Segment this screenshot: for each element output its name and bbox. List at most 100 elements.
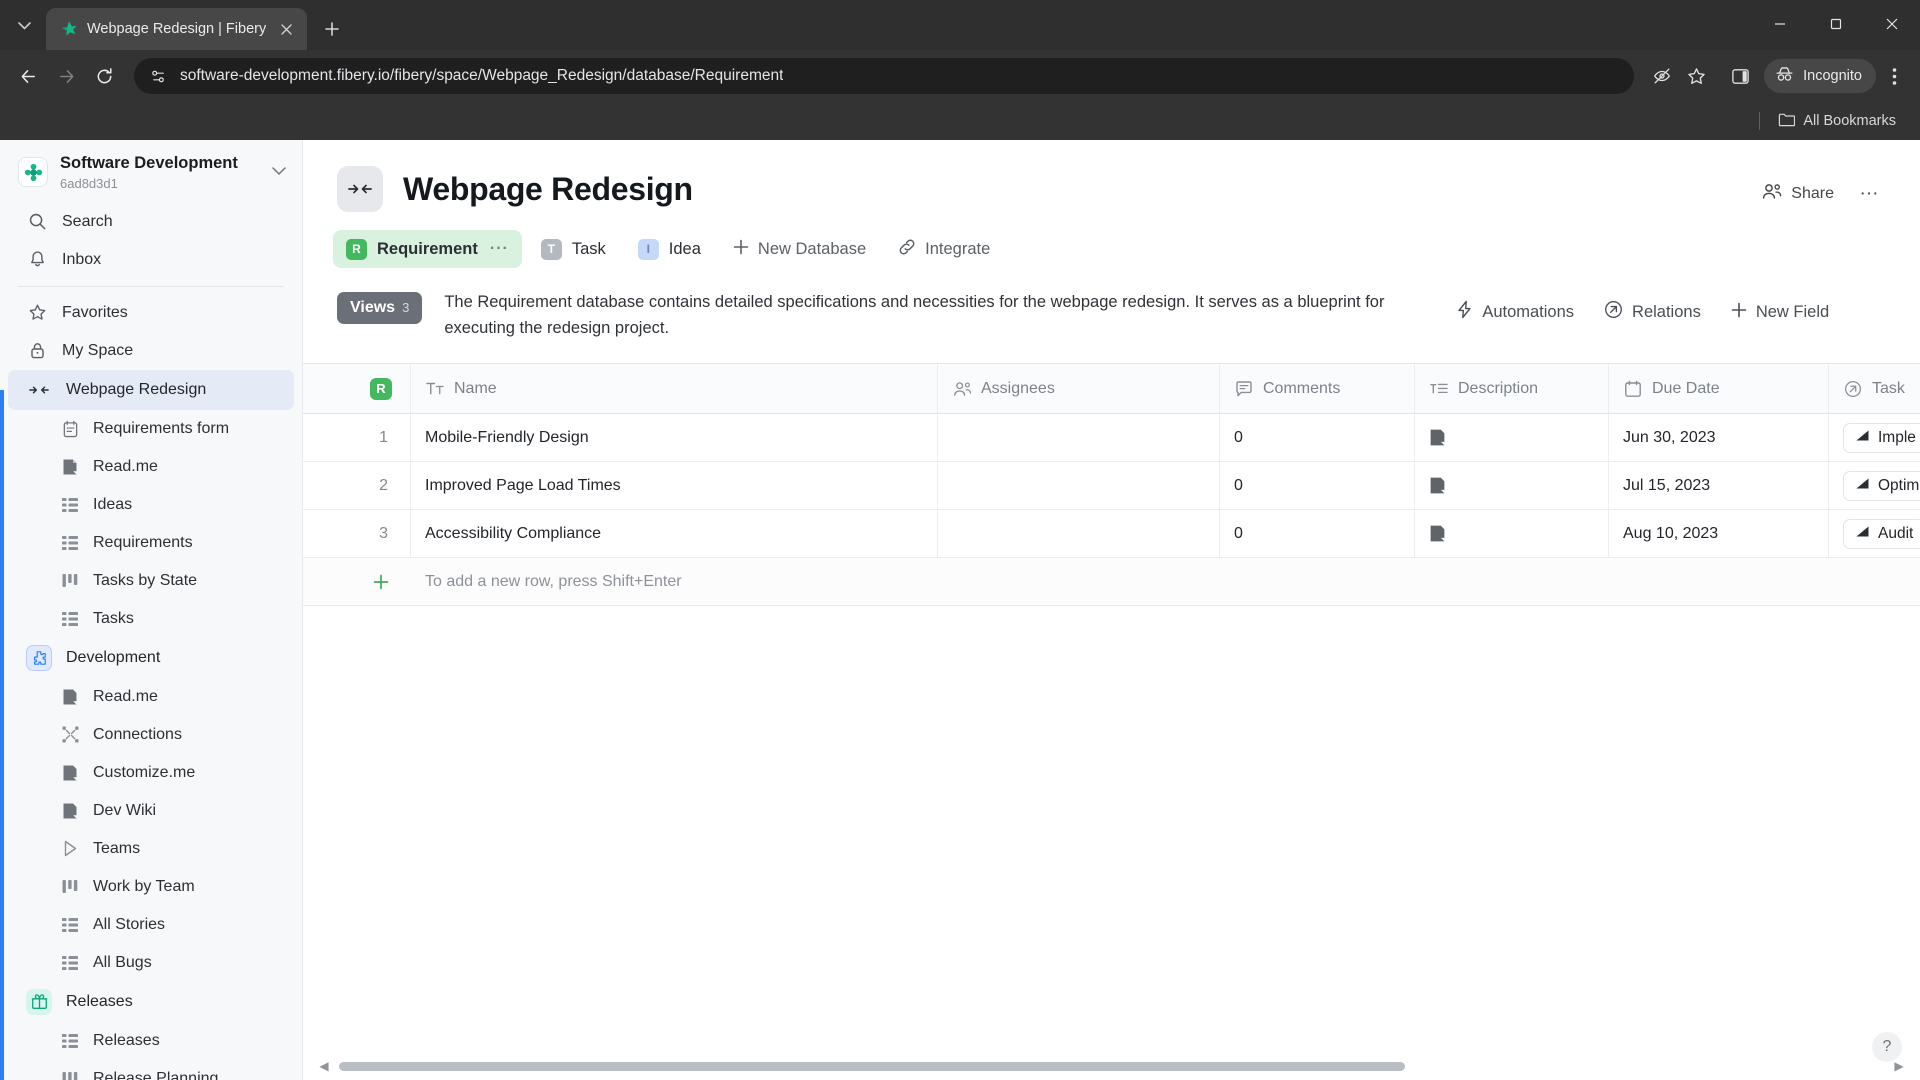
- cell-assignees[interactable]: [938, 414, 1220, 462]
- new-database-button[interactable]: New Database: [720, 230, 879, 268]
- eye-slash-icon[interactable]: [1646, 60, 1678, 92]
- table-region: R Name Assignees Comments Description Du…: [303, 363, 1920, 1080]
- reload-icon[interactable]: [86, 58, 122, 94]
- tab-label: Task: [571, 239, 606, 258]
- forward-arrow-icon[interactable]: [48, 58, 84, 94]
- task-chip[interactable]: Imple: [1843, 422, 1920, 453]
- cell-assignees[interactable]: [938, 462, 1220, 510]
- workspace-header[interactable]: Software Development 6ad8d3d1: [0, 140, 302, 203]
- sidebar-item-ideas[interactable]: Ideas: [8, 486, 294, 524]
- scrollbar-thumb[interactable]: [339, 1061, 1406, 1071]
- new-field-button[interactable]: New Field: [1721, 295, 1839, 330]
- collapse-arrows-icon[interactable]: [337, 166, 383, 212]
- sidebar-item-release-planning[interactable]: Release Planning: [8, 1060, 294, 1080]
- tab-search-icon[interactable]: [6, 8, 42, 44]
- sidebar-space-development[interactable]: Development: [8, 638, 294, 678]
- scrollbar-track[interactable]: [339, 1061, 1884, 1071]
- table-row[interactable]: 2 Improved Page Load Times 0 Jul 15, 202…: [303, 462, 1920, 511]
- site-settings-icon[interactable]: [148, 66, 168, 86]
- cell-task[interactable]: Optim: [1829, 462, 1920, 509]
- sidebar-item-tasks[interactable]: Tasks: [8, 600, 294, 638]
- sidebar-item-requirements-form[interactable]: Requirements form: [8, 410, 294, 448]
- sidebar-space-webpage-redesign[interactable]: Webpage Redesign: [8, 369, 294, 410]
- horizontal-scrollbar[interactable]: ◀ ▶: [303, 1059, 1920, 1073]
- integrate-button[interactable]: Integrate: [885, 230, 1003, 268]
- browser-tab[interactable]: Webpage Redesign | Fibery: [46, 8, 308, 50]
- new-tab-button[interactable]: [315, 12, 349, 46]
- maximize-icon[interactable]: [1808, 0, 1864, 48]
- tab-requirement[interactable]: R Requirement ···: [333, 230, 522, 268]
- sidebar-item-work-by-team[interactable]: Work by Team: [8, 868, 294, 906]
- scroll-left-icon[interactable]: ◀: [317, 1059, 331, 1073]
- cell-name[interactable]: Improved Page Load Times: [411, 462, 938, 510]
- sidebar-item-customize-me[interactable]: Customize.me: [8, 754, 294, 792]
- cell-comments[interactable]: 0: [1220, 510, 1415, 558]
- tab-idea[interactable]: I Idea: [625, 230, 714, 268]
- back-arrow-icon[interactable]: [10, 58, 46, 94]
- column-header-comments[interactable]: Comments: [1220, 364, 1415, 414]
- sidebar-item-inbox[interactable]: Inbox: [8, 241, 294, 279]
- requirement-badge-icon: R: [346, 238, 367, 260]
- cell-name[interactable]: Accessibility Compliance: [411, 510, 938, 558]
- close-icon[interactable]: [275, 18, 297, 40]
- sidebar-item-read-me[interactable]: Read.me: [8, 448, 294, 486]
- board-icon: [60, 571, 80, 591]
- tab-task[interactable]: T Task: [528, 230, 619, 268]
- column-header-assignees[interactable]: Assignees: [938, 364, 1220, 414]
- sidebar-item-label: Requirements: [93, 533, 193, 551]
- column-header-due-date[interactable]: Due Date: [1609, 364, 1829, 414]
- table-row[interactable]: 1 Mobile-Friendly Design 0 Jun 30, 2023: [303, 414, 1920, 463]
- sidebar-item-all-bugs[interactable]: All Bugs: [8, 944, 294, 982]
- side-panel-icon[interactable]: [1724, 60, 1756, 92]
- address-bar[interactable]: software-development.fibery.io/fibery/sp…: [134, 58, 1635, 94]
- sidebar-item-releases[interactable]: Releases: [8, 1022, 294, 1060]
- sidebar-item-my-space[interactable]: My Space: [8, 332, 294, 370]
- scroll-right-icon[interactable]: ▶: [1892, 1059, 1906, 1073]
- table-row[interactable]: 3 Accessibility Compliance 0 Aug 10, 202…: [303, 510, 1920, 559]
- cell-description[interactable]: [1415, 462, 1609, 510]
- cell-due-date[interactable]: Aug 10, 2023: [1609, 510, 1829, 558]
- column-header-task[interactable]: Task: [1829, 364, 1920, 413]
- star-icon[interactable]: [1680, 60, 1712, 92]
- window-close-icon[interactable]: [1864, 0, 1920, 48]
- sidebar-item-all-stories[interactable]: All Stories: [8, 906, 294, 944]
- task-chip[interactable]: Optim: [1843, 470, 1920, 501]
- sidebar-item-dev-read-me[interactable]: Read.me: [8, 678, 294, 716]
- automations-button[interactable]: Automations: [1446, 293, 1584, 331]
- add-new-row[interactable]: To add a new row, press Shift+Enter: [303, 558, 1920, 607]
- column-header-description[interactable]: Description: [1415, 364, 1609, 414]
- task-chip[interactable]: Audit: [1843, 518, 1920, 549]
- cell-task[interactable]: Audit: [1829, 510, 1920, 557]
- views-badge[interactable]: Views 3: [337, 292, 423, 324]
- cell-task[interactable]: Imple: [1829, 414, 1920, 461]
- help-button[interactable]: ?: [1872, 1032, 1902, 1062]
- sidebar-item-favorites[interactable]: Favorites: [8, 294, 294, 332]
- cell-due-date[interactable]: Jun 30, 2023: [1609, 414, 1829, 462]
- all-bookmarks-button[interactable]: All Bookmarks: [1770, 108, 1904, 135]
- cell-name[interactable]: Mobile-Friendly Design: [411, 414, 938, 462]
- cell-description[interactable]: [1415, 414, 1609, 462]
- column-header-label: Comments: [1263, 379, 1341, 397]
- sidebar-space-releases[interactable]: Releases: [8, 982, 294, 1022]
- relations-button[interactable]: Relations: [1594, 293, 1711, 331]
- sidebar-item-connections[interactable]: Connections: [8, 716, 294, 754]
- sidebar-item-teams[interactable]: Teams: [8, 830, 294, 868]
- column-header-name[interactable]: Name: [411, 364, 938, 414]
- cell-comments[interactable]: 0: [1220, 414, 1415, 462]
- sidebar-item-tasks-by-state[interactable]: Tasks by State: [8, 562, 294, 600]
- cell-assignees[interactable]: [938, 510, 1220, 558]
- sidebar-item-requirements[interactable]: Requirements: [8, 524, 294, 562]
- cell-description[interactable]: [1415, 510, 1609, 558]
- share-button[interactable]: Share: [1750, 176, 1846, 212]
- cell-due-date[interactable]: Jul 15, 2023: [1609, 462, 1829, 510]
- more-options-icon[interactable]: ···: [1852, 177, 1886, 211]
- cell-comments[interactable]: 0: [1220, 462, 1415, 510]
- profile-incognito-chip[interactable]: Incognito: [1764, 59, 1876, 93]
- sidebar-item-search[interactable]: Search: [8, 203, 294, 241]
- minimize-icon[interactable]: [1752, 0, 1808, 48]
- sidebar-item-label: Search: [62, 212, 113, 230]
- sidebar-item-dev-wiki[interactable]: Dev Wiki: [8, 792, 294, 830]
- chevron-down-icon[interactable]: [268, 159, 290, 185]
- tab-more-icon[interactable]: ···: [490, 240, 509, 258]
- kebab-menu-icon[interactable]: [1878, 60, 1910, 92]
